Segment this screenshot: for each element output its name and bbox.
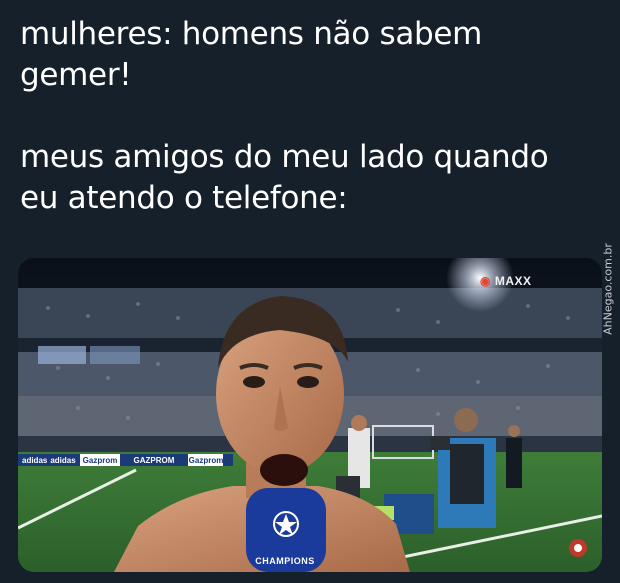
ad-board-item: Gazprom [82, 456, 118, 465]
meme-photo[interactable] [18, 258, 602, 572]
ad-board-item: GAZPROM [133, 456, 175, 465]
microphone-label: CHAMPIONS [255, 556, 315, 566]
ad-board-item: adidas [50, 456, 76, 465]
stadium-scene [18, 258, 602, 572]
broadcast-logo-text: MAXX [494, 274, 532, 288]
ad-board-item: Gazprom [188, 456, 224, 465]
broadcast-logo: ◉ MAXX [480, 274, 532, 288]
tweet-text: mulheres: homens não sabem gemer! meus a… [20, 14, 610, 219]
ad-board-item: adidas [22, 456, 48, 465]
watermark-text: AhNegao.com.br [601, 243, 615, 335]
caption-line-4: eu atendo o telefone: [20, 180, 348, 216]
caption-line-1: mulheres: homens não sabem [20, 16, 483, 52]
caption-line-2: gemer! [20, 57, 132, 93]
caption-line-3: meus amigos do meu lado quando [20, 139, 549, 175]
watermark: AhNegao.com.br [598, 234, 618, 344]
